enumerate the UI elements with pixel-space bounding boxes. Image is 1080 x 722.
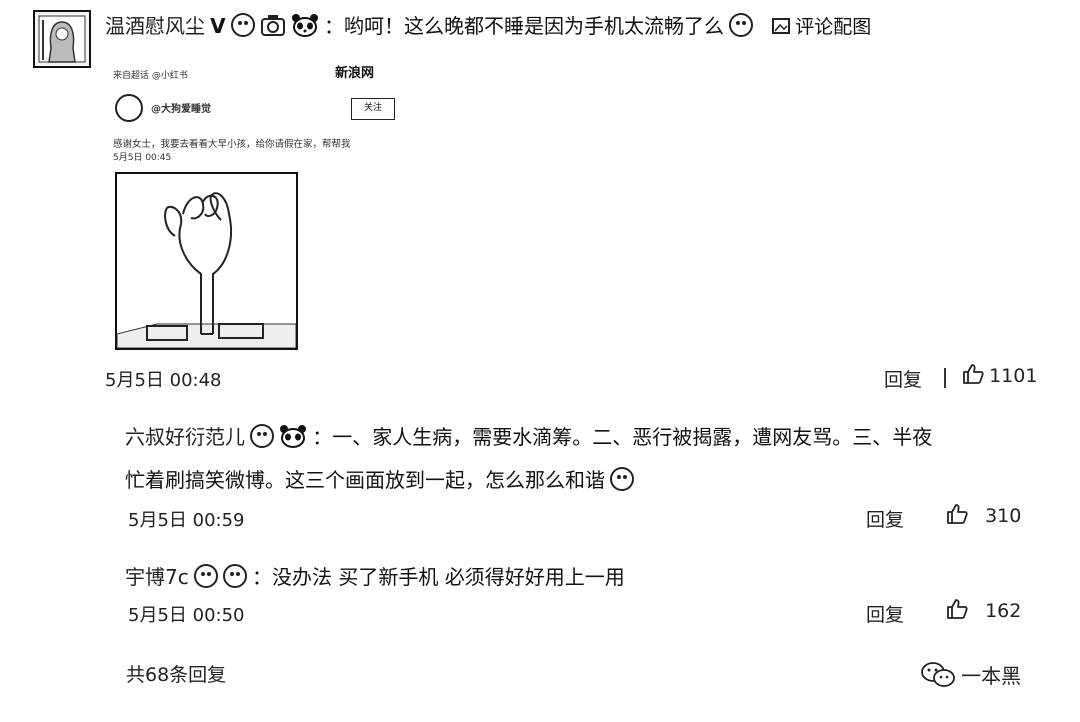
emoji-icon [610, 467, 635, 491]
wechat-icon [921, 662, 955, 687]
camera-icon [260, 15, 291, 37]
image-icon [772, 18, 795, 37]
watermark-text: 一本黑 [961, 664, 1022, 688]
embedded-follow-button: 关注 [351, 98, 395, 120]
like-count: 310 [985, 505, 1022, 527]
reply-time: 5月5日 00:50 [128, 605, 245, 626]
thumb-up-icon [963, 364, 984, 384]
reply-text-continued: 忙着刷搞笑微博。这三个画面放到一起，怎么那么和谐 [125, 464, 635, 493]
reply-author[interactable]: 宇博7c [125, 565, 189, 589]
embedded-header-left: 来自超话 @小红书 [113, 71, 188, 81]
emoji-icon [729, 13, 754, 37]
emoji-icon [250, 424, 275, 448]
reply-item: 宇博7c ：没办法 买了新手机 必须得好好用上一用 [125, 561, 625, 590]
thumb-up-icon [947, 599, 968, 619]
reply-button[interactable]: 回复 [866, 600, 904, 627]
divider [944, 368, 946, 388]
panda-icon [279, 424, 307, 448]
emoji-icon [222, 564, 247, 588]
embedded-user: @大狗爱睡觉 [151, 104, 211, 115]
avatar[interactable] [33, 10, 91, 68]
reply-text: ：没办法 买了新手机 必须得好好用上一用 [252, 565, 625, 589]
comment-author[interactable]: 温酒慰风尘 [105, 14, 205, 38]
total-replies-link[interactable]: 共68条回复 [126, 660, 226, 687]
like-count: 162 [985, 600, 1022, 622]
reply-text-line2: 忙着刷搞笑微博。这三个画面放到一起，怎么那么和谐 [125, 468, 605, 492]
embedded-photo[interactable] [115, 172, 298, 350]
like-button[interactable]: 1101 [962, 363, 1037, 387]
reply-button[interactable]: 回复 [866, 505, 904, 532]
panda-icon [291, 13, 319, 37]
embedded-header-right: 新浪网 [335, 66, 375, 81]
embedded-body: 感谢女士，我要去看看大早小孩，给你请假在家，帮帮我 [113, 139, 351, 150]
comment-text: ：哟呵！这么晚都不睡是因为手机太流畅了么 [323, 14, 724, 38]
like-count: 1101 [989, 365, 1038, 387]
like-button[interactable]: 310 [946, 503, 1021, 527]
like-button[interactable]: 162 [946, 598, 1021, 622]
reply-item: 六叔好衍范儿 ：一、家人生病，需要水滴筹。二、恶行被揭露，遭网友骂。三、半夜 [125, 421, 932, 450]
comment-header: 温酒慰风尘 V ：哟呵！这么晚都不睡是因为手机太流畅了么 评论配图 [105, 10, 871, 39]
emoji-icon [193, 564, 218, 588]
thumb-up-icon [947, 504, 968, 524]
comment-time: 5月5日 00:48 [105, 370, 222, 391]
embedded-meta: 5月5日 00:45 [113, 153, 172, 163]
embedded-avatar [115, 94, 143, 122]
reply-time: 5月5日 00:59 [128, 510, 245, 531]
reply-text: ：一、家人生病，需要水滴筹。二、恶行被揭露，遭网友骂。三、半夜 [312, 425, 933, 449]
image-comment-link[interactable]: 评论配图 [795, 16, 871, 38]
emoji-icon [230, 13, 255, 37]
reply-author[interactable]: 六叔好衍范儿 [125, 425, 245, 449]
verified-v-icon: V [210, 14, 226, 38]
reply-button[interactable]: 回复 [884, 365, 922, 392]
watermark: 一本黑 [920, 660, 1021, 689]
